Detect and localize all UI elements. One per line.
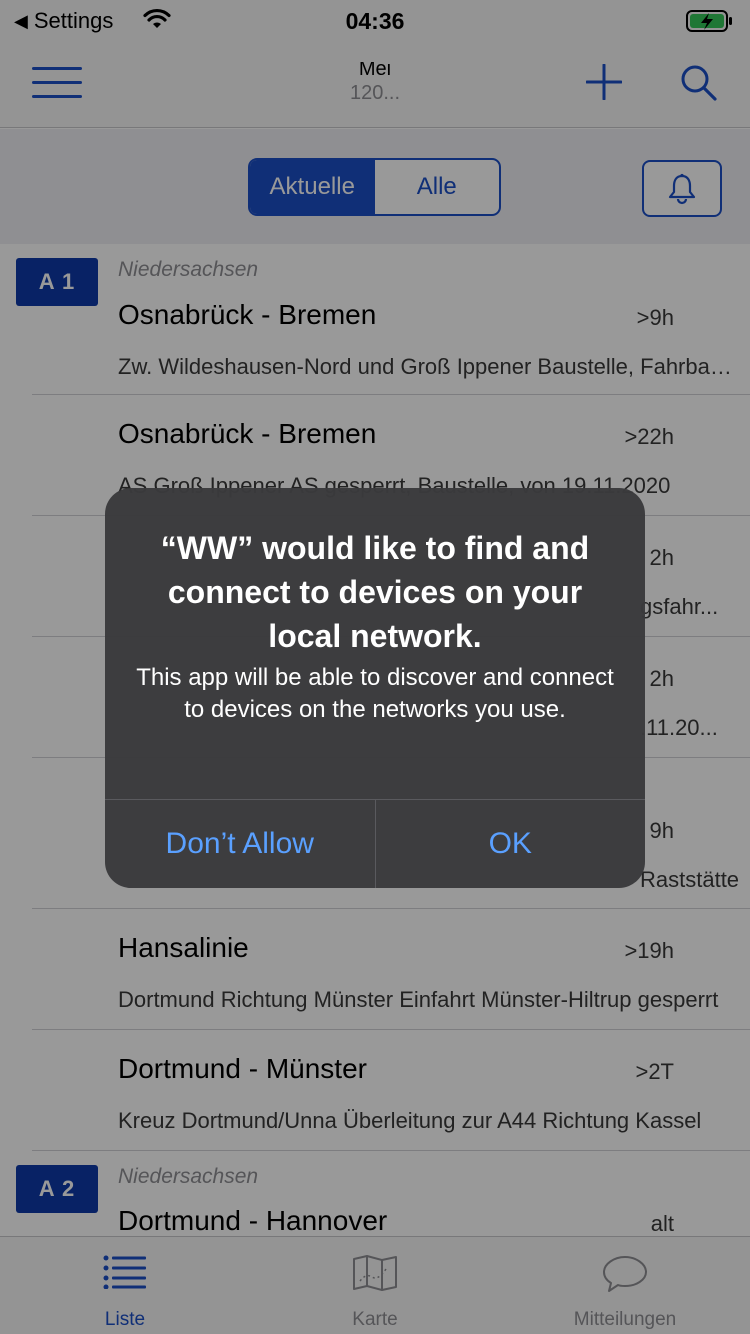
alert-title: “WW” would like to find and connect to d… [160, 530, 590, 654]
alert-message: This app will be able to discover and co… [136, 664, 614, 723]
ok-button[interactable]: OK [374, 800, 646, 888]
alert-actions: Don’t Allow OK [105, 799, 645, 888]
dont-allow-button[interactable]: Don’t Allow [105, 800, 375, 888]
local-network-permission-alert: “WW” would like to find and connect to d… [105, 488, 645, 888]
